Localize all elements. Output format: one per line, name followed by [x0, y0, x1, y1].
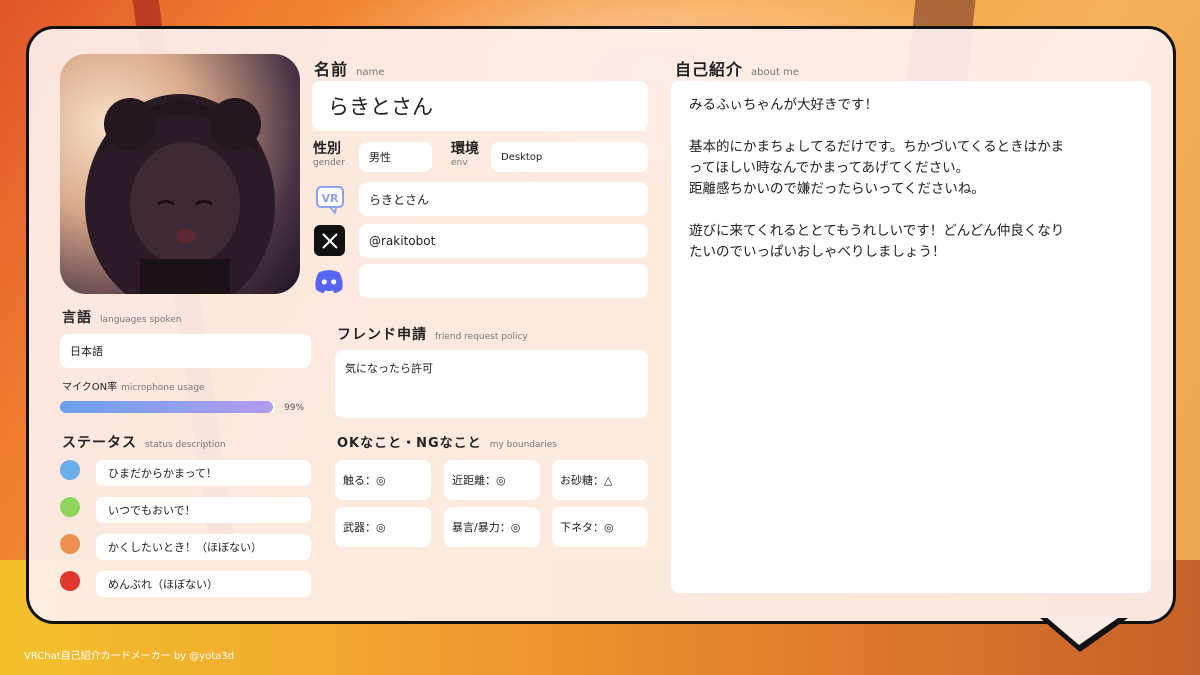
status-item: ひまだからかまって！ [96, 460, 311, 486]
vrchat-name-field: らきとさん [359, 182, 648, 216]
gender-field: 男性 [359, 142, 432, 172]
about-label: 自己紹介 about me [675, 60, 799, 79]
status-item: いつでもおいで！ [96, 497, 311, 523]
about-line [689, 200, 1133, 221]
speech-bubble-tail-inner [1045, 616, 1121, 645]
name-field: らきとさん [312, 81, 648, 131]
languages-field: 日本語 [60, 334, 311, 368]
x-icon [314, 225, 345, 256]
env-label: 環境 env [451, 141, 479, 168]
boundary-item: 触る：◎ [335, 460, 431, 500]
microphone-label: マイクON率 microphone usage [62, 382, 205, 393]
status-item: かくしたいとき！（ほぼない） [96, 534, 311, 560]
microphone-percent: 99% [284, 403, 305, 413]
about-line: ってほしい時なんでかまってあげてください。 [689, 160, 970, 176]
discord-field [359, 264, 648, 298]
vrchat-icon: VR [314, 184, 346, 216]
microphone-bar-track [60, 401, 275, 413]
status-label: ステータス status description [62, 435, 226, 451]
about-line: 基本的にかまちょしてるだけです。ちかづいてくるときはかま [689, 139, 1065, 155]
about-line: 遊びに来てくれるととてもうれしいです！どんどん仲良くなり [689, 223, 1065, 239]
languages-label: 言語 languages spoken [62, 310, 182, 326]
x-handle-field: @rakitobot [359, 224, 648, 258]
name-label: 名前 name [314, 60, 385, 79]
about-line: 距離感ちかいので嫌だったらいってくださいね。 [689, 181, 985, 197]
boundary-item: お砂糖：△ [552, 460, 648, 500]
env-field: Desktop [491, 142, 648, 172]
boundary-item: 近距離：◎ [444, 460, 540, 500]
status-dot-red [60, 571, 80, 591]
status-dot-orange [60, 534, 80, 554]
boundary-item: 下ネタ：◎ [552, 507, 648, 547]
avatar-photo [60, 54, 300, 294]
about-line: みるふぃちゃんが大好きです！ [689, 97, 878, 113]
discord-icon [313, 265, 345, 297]
about-line: たいのでいっぱいおしゃべりしましょう！ [689, 244, 946, 260]
status-dot-blue [60, 460, 80, 480]
friend-request-label: フレンド申請 friend request policy [337, 327, 528, 343]
svg-text:VR: VR [322, 192, 340, 205]
gender-label: 性別 gender [313, 141, 345, 168]
friend-request-field: 気になったら許可 [335, 350, 648, 418]
boundaries-label: OKなこと・NGなこと my boundaries [337, 436, 557, 451]
status-item: めんぶれ（ほぼない） [96, 571, 311, 597]
boundary-item: 武器：◎ [335, 507, 431, 547]
about-text-box: みるふぃちゃんが大好きです！ 基本的にかまちょしてるだけです。ちかづいてくるとき… [671, 81, 1151, 593]
microphone-bar-fill [60, 401, 273, 413]
boundary-item: 暴言/暴力：◎ [444, 507, 540, 547]
status-dot-green [60, 497, 80, 517]
about-line [689, 116, 1133, 137]
footer-credit: VRChat自己紹介カードメーカー by @yota3d [24, 651, 235, 662]
